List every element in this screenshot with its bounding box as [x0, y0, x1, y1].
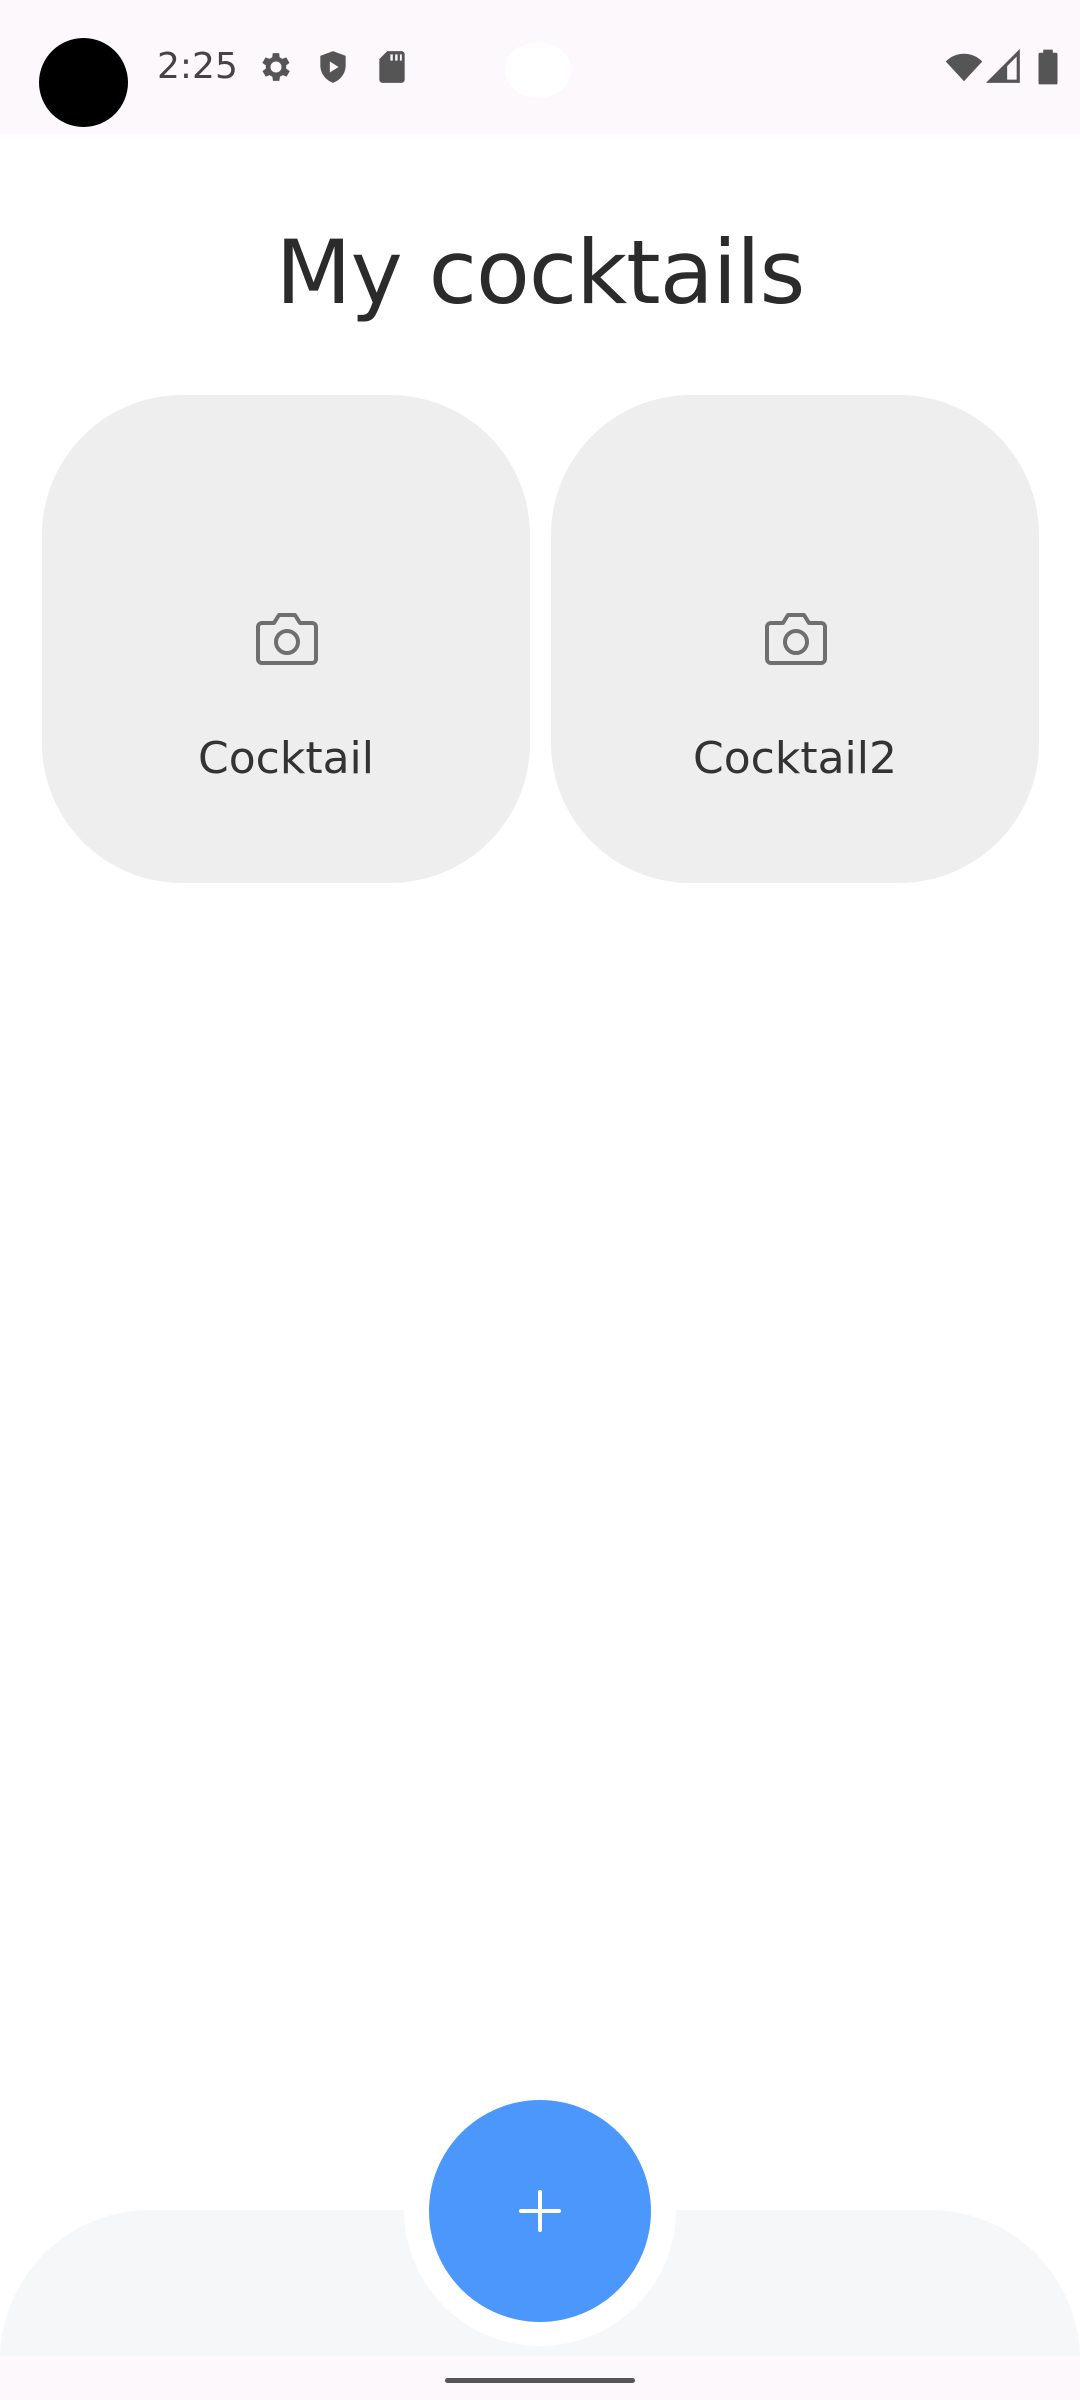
home-indicator[interactable] [445, 2378, 635, 2383]
cocktail-card[interactable]: Cocktail2 [551, 395, 1039, 883]
cocktail-name: Cocktail [198, 733, 374, 784]
cocktail-name: Cocktail2 [693, 733, 897, 784]
page-title: My cocktails [275, 221, 806, 324]
cell-signal-icon [985, 48, 1023, 86]
shield-play-icon [314, 48, 352, 86]
status-blob [505, 42, 571, 98]
add-cocktail-button[interactable] [429, 2100, 651, 2322]
camera-icon [254, 611, 320, 667]
camera-icon [763, 611, 829, 667]
gear-icon [257, 48, 295, 86]
status-bar: 2:25 [0, 0, 1080, 134]
status-time: 2:25 [157, 46, 238, 87]
front-camera-cutout [39, 38, 128, 127]
wifi-icon [943, 48, 985, 86]
sd-card-icon [373, 48, 411, 86]
battery-icon [1035, 48, 1061, 86]
cocktail-card[interactable]: Cocktail [42, 395, 530, 883]
plus-icon [517, 2188, 563, 2234]
